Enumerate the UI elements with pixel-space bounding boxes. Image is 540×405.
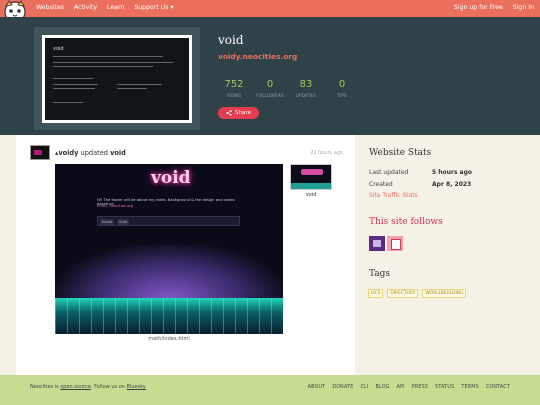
footer-link-blog[interactable]: BLOG [376, 385, 390, 390]
screenshot-glow [55, 244, 283, 299]
stat-tips: 0 TIPS [324, 79, 360, 98]
stat-label: TIPS [337, 93, 347, 98]
screenshot-grid [55, 298, 283, 334]
followed-site-avatar[interactable] [369, 236, 385, 251]
last-updated-value: 5 hours ago [432, 169, 473, 176]
site-header: void void voidy.neocities.org 752 VIEWS … [0, 17, 540, 135]
thumbnail-title: void [53, 46, 64, 52]
chevron-down-icon: ▾ [170, 4, 174, 11]
footer-text: . Follow us on [90, 384, 125, 390]
avatar[interactable] [30, 145, 50, 160]
footer-link-status[interactable]: STATUS [435, 385, 454, 390]
footer-link-about[interactable]: ABOUT [308, 385, 326, 390]
event-summary: ▴voidy updated void [55, 149, 126, 157]
thumb-line [53, 56, 163, 58]
stat-views: 752 VIEWS [216, 79, 252, 98]
thumb-line [53, 62, 173, 64]
thumb-line [53, 88, 95, 90]
top-nav: Websites Activity Learn Support Us ▾ Sig… [0, 0, 540, 23]
footer-text: Neocities is [30, 384, 59, 390]
tags-heading: Tags [369, 269, 391, 279]
site-title: void [218, 33, 244, 47]
footer-credits: Neocities is open source. Follow us on B… [30, 384, 146, 390]
screenshot-menu-bar: home links [97, 216, 240, 226]
thumbnail-page-preview: void [45, 38, 189, 120]
bluesky-link[interactable]: Bluesky [127, 384, 146, 390]
stat-value: 83 [299, 79, 313, 90]
nav-support-label: Support Us [134, 4, 169, 11]
screenshot-tab: home [100, 219, 115, 225]
thumb-line [53, 66, 153, 68]
site-screenshot-thumbnail[interactable]: void [42, 35, 192, 123]
stat-value: 752 [224, 79, 244, 90]
share-icon [226, 110, 232, 116]
event-site-link[interactable]: void [110, 149, 126, 157]
tag[interactable]: OCS [368, 289, 384, 298]
site-small-thumbnail[interactable] [290, 164, 332, 190]
last-updated-label: Last updated [369, 169, 409, 176]
screenshot-tab: links [117, 219, 130, 225]
created-value: Apr 8, 2023 [432, 181, 472, 188]
sign-in-link[interactable]: Sign In [513, 4, 534, 11]
stat-label: VIEWS [226, 93, 242, 98]
updated-file-label[interactable]: math/index.html [55, 336, 283, 342]
website-stats-heading: Website Stats [369, 148, 432, 158]
small-thumbnail-label[interactable]: void [290, 192, 332, 198]
thumb-line [117, 88, 147, 90]
thumb-line [53, 84, 98, 86]
tag-list: OCS DIRECTORY WORLDBUILDING [368, 289, 467, 298]
created-label: Created [369, 181, 393, 188]
thumb-line [53, 78, 93, 80]
nav-websites[interactable]: Websites [36, 4, 64, 11]
stat-updates: 83 UPDATES [288, 79, 324, 98]
stat-followers[interactable]: 0 FOLLOWERS [252, 79, 288, 98]
footer-link-terms[interactable]: TERMS [461, 385, 478, 390]
tag[interactable]: WORLDBUILDING [422, 289, 467, 298]
nav-learn[interactable]: Learn [107, 4, 124, 11]
sign-up-link[interactable]: Sign up for Free [454, 4, 503, 11]
footer-link-cli[interactable]: CLI [360, 385, 368, 390]
tag[interactable]: DIRECTORY [387, 289, 419, 298]
screenshot-link-text: Rinks, neocities.org [97, 204, 134, 208]
stat-label: FOLLOWERS [256, 93, 284, 98]
site-sidebar: Website Stats Last updated 5 hours ago C… [355, 135, 525, 375]
nav-activity[interactable]: Activity [74, 4, 97, 11]
site-stats: 752 VIEWS 0 FOLLOWERS 83 UPDATES 0 TIPS [216, 79, 360, 98]
site-screenshot-frame: void [34, 27, 200, 130]
event-verb: updated [80, 149, 108, 157]
site-url-link[interactable]: voidy.neocities.org [218, 52, 297, 61]
nav-support-us[interactable]: Support Us ▾ [134, 4, 173, 11]
footer-link-api[interactable]: API [397, 385, 405, 390]
footer-link-contact[interactable]: CONTACT [486, 385, 510, 390]
stat-value: 0 [338, 79, 346, 90]
site-traffic-link[interactable]: Site Traffic Stats [369, 192, 418, 199]
footer: Neocities is open source. Follow us on B… [0, 375, 540, 405]
open-source-link[interactable]: open source [60, 384, 91, 390]
footer-link-press[interactable]: PRESS [412, 385, 428, 390]
thumb-line [53, 102, 83, 104]
stat-label: UPDATES [295, 93, 317, 98]
screenshot-title: void [151, 168, 191, 188]
follows-heading: This site follows [369, 217, 443, 227]
event-timestamp: 22 hours ago [310, 150, 343, 156]
mini-glow [301, 169, 323, 175]
footer-links: ABOUT DONATE CLI BLOG API PRESS STATUS T… [308, 385, 510, 390]
event-user-link[interactable]: voidy [58, 149, 78, 157]
stat-value: 0 [266, 79, 274, 90]
share-button[interactable]: Share [218, 107, 259, 119]
thumb-line [117, 84, 162, 86]
updated-page-screenshot[interactable]: void Hi! The footer will be about my ind… [55, 164, 283, 334]
followed-site-avatar[interactable] [387, 236, 403, 251]
share-label: Share [234, 110, 252, 116]
activity-feed: ▴voidy updated void 22 hours ago void Hi… [16, 135, 355, 375]
footer-link-donate[interactable]: DONATE [332, 385, 353, 390]
